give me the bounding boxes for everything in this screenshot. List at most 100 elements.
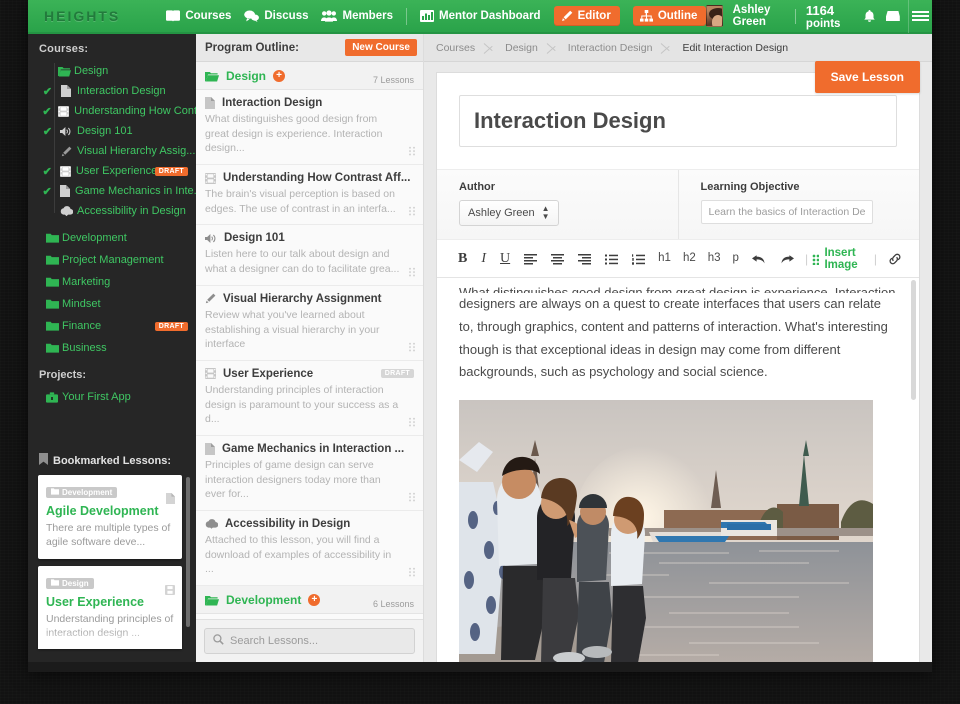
- new-course-button[interactable]: New Course: [345, 39, 417, 56]
- menu-button[interactable]: [908, 0, 932, 33]
- sidebar-category-development[interactable]: Development: [28, 227, 196, 249]
- align-right-button[interactable]: [571, 254, 598, 265]
- breadcrumb-separator-icon: [544, 39, 562, 57]
- heading3-button[interactable]: h3: [702, 253, 727, 265]
- lesson-body-image[interactable]: [459, 400, 873, 662]
- left-sidebar: Courses: Design ✔ Interaction Design ✔: [28, 34, 196, 662]
- outline-lesson-row[interactable]: Accessibility in Design Attached to this…: [196, 511, 423, 586]
- lesson-body-content[interactable]: What distinguishes good design from grea…: [437, 278, 919, 662]
- lesson-title-input[interactable]: [459, 95, 897, 147]
- editor-button[interactable]: Editor: [554, 6, 620, 26]
- points-value: 1164: [806, 3, 834, 18]
- outline-lesson-row[interactable]: Interaction Design What distinguishes go…: [196, 90, 423, 165]
- heading2-button[interactable]: h2: [677, 253, 702, 265]
- breadcrumb-courses[interactable]: Courses: [436, 42, 475, 54]
- nav-item-discuss[interactable]: Discuss: [244, 10, 308, 22]
- outline-lesson-desc: Listen here to our talk about design and…: [205, 247, 414, 276]
- doc-icon: [205, 97, 215, 109]
- bookmarks-scrollbar[interactable]: [186, 477, 190, 627]
- drag-handle-icon[interactable]: [408, 567, 416, 577]
- sidebar-category-project-management[interactable]: Project Management: [28, 249, 196, 271]
- outline-lesson-row[interactable]: Visual Hierarchy Assignment Review what …: [196, 286, 423, 361]
- align-center-button[interactable]: [544, 254, 571, 265]
- add-lesson-icon[interactable]: +: [308, 594, 320, 606]
- briefcase-icon: [42, 392, 62, 403]
- sidebar-category-marketing[interactable]: Marketing: [28, 271, 196, 293]
- sidebar-group-design[interactable]: Design: [40, 61, 196, 81]
- bookmark-card[interactable]: Development Agile Development There are …: [38, 475, 182, 558]
- outline-lesson-row[interactable]: User Experience DRAFT Understanding prin…: [196, 361, 423, 436]
- outline-lesson-row[interactable]: Game Mechanics in Interaction ... Princi…: [196, 436, 423, 511]
- program-outline-panel: Program Outline: New Course Design + 7 L…: [196, 34, 424, 662]
- outline-lesson-row[interactable]: Design 101 Listen here to our talk about…: [196, 225, 423, 285]
- rich-text-toolbar: B I U h1 h2 h3 p |: [437, 240, 919, 278]
- objective-input[interactable]: [701, 200, 873, 224]
- video-icon: [205, 173, 216, 184]
- avatar[interactable]: [706, 5, 722, 27]
- sidebar-project-your-first-app[interactable]: Your First App: [28, 386, 196, 408]
- bell-icon[interactable]: [863, 10, 876, 23]
- sidebar-category-business[interactable]: Business: [28, 337, 196, 359]
- nav-item-courses[interactable]: Courses: [166, 10, 231, 22]
- outline-button-label: Outline: [658, 10, 698, 22]
- sidebar-category-finance[interactable]: Finance DRAFT: [28, 315, 196, 337]
- unordered-list-button[interactable]: [598, 254, 625, 265]
- sidebar-item-understanding-contrast[interactable]: ✔ Understanding How Cont...: [40, 101, 196, 121]
- author-select-value: Ashley Green: [468, 207, 535, 219]
- drag-handle-icon[interactable]: [408, 492, 416, 502]
- search-lessons-field[interactable]: Search Lessons...: [204, 628, 415, 654]
- video-icon: [205, 368, 216, 379]
- drag-handle-icon[interactable]: [408, 267, 416, 277]
- sidebar-category-label: Mindset: [62, 298, 101, 310]
- bookmark-icon: [39, 453, 48, 468]
- align-left-button[interactable]: [517, 254, 544, 265]
- outline-button[interactable]: Outline: [633, 6, 707, 26]
- outline-lesson-row[interactable]: Development Basics Software development …: [196, 614, 423, 619]
- author-select[interactable]: Ashley Green ▲▼: [459, 200, 559, 226]
- insert-image-button[interactable]: Insert Image: [812, 247, 870, 271]
- bookmark-card[interactable]: Design User Experience Understanding pri…: [38, 566, 182, 649]
- add-lesson-icon[interactable]: +: [273, 70, 285, 82]
- sidebar-item-design-101[interactable]: ✔ Design 101: [40, 121, 196, 141]
- outline-lesson-row[interactable]: Understanding How Contrast Aff... The br…: [196, 165, 423, 225]
- editor-paper-wrap: Save Lesson Author Ashley Green ▲▼: [424, 62, 932, 662]
- italic-button[interactable]: I: [474, 252, 493, 266]
- nav-item-members[interactable]: Members: [321, 10, 393, 22]
- check-icon: ✔: [40, 125, 55, 138]
- paragraph-button[interactable]: p: [727, 253, 745, 265]
- bookmark-tag: Development: [46, 487, 117, 498]
- underline-button[interactable]: U: [493, 252, 517, 266]
- inbox-icon[interactable]: [886, 10, 900, 22]
- sidebar-item-interaction-design[interactable]: ✔ Interaction Design: [40, 81, 196, 101]
- desktop-background: HEIGHTS Courses Discuss Members: [0, 0, 960, 704]
- link-button[interactable]: [881, 253, 909, 265]
- editor-scrollbar[interactable]: [911, 280, 916, 400]
- heading1-button[interactable]: h1: [652, 253, 677, 265]
- outline-lesson-desc: Attached to this lesson, you will find a…: [205, 533, 414, 577]
- save-lesson-button[interactable]: Save Lesson: [815, 61, 920, 93]
- drag-handle-icon[interactable]: [408, 342, 416, 352]
- sidebar-item-accessibility[interactable]: Accessibility in Design: [40, 201, 196, 221]
- outline-group-name: Development: [226, 593, 301, 607]
- hamburger-bar: [912, 9, 929, 23]
- redo-button[interactable]: [773, 253, 801, 265]
- bold-button[interactable]: B: [451, 252, 474, 266]
- sidebar-category-mindset[interactable]: Mindset: [28, 293, 196, 315]
- undo-button[interactable]: [745, 253, 773, 265]
- sidebar-item-game-mechanics[interactable]: ✔ Game Mechanics in Inte...: [40, 181, 196, 201]
- bar-chart-icon: [420, 10, 434, 22]
- breadcrumb-interaction-design[interactable]: Interaction Design: [568, 42, 653, 54]
- breadcrumb-design[interactable]: Design: [505, 42, 538, 54]
- app-logo[interactable]: HEIGHTS: [28, 8, 166, 24]
- outline-lesson-title-row: Interaction Design: [205, 97, 414, 109]
- drag-handle-icon[interactable]: [408, 146, 416, 156]
- outline-group-design[interactable]: Design + 7 Lessons: [196, 62, 423, 90]
- outline-group-development[interactable]: Development + 6 Lessons: [196, 586, 423, 614]
- drag-handle-icon[interactable]: [408, 206, 416, 216]
- bookmarks-list: Development Agile Development There are …: [28, 475, 196, 649]
- drag-handle-icon[interactable]: [408, 417, 416, 427]
- sidebar-item-user-experience[interactable]: ✔ User Experience DRAFT: [40, 161, 196, 181]
- ordered-list-button[interactable]: [625, 254, 652, 265]
- nav-item-mentor-dashboard[interactable]: Mentor Dashboard: [420, 10, 541, 22]
- sidebar-item-visual-hierarchy[interactable]: Visual Hierarchy Assig...: [40, 141, 196, 161]
